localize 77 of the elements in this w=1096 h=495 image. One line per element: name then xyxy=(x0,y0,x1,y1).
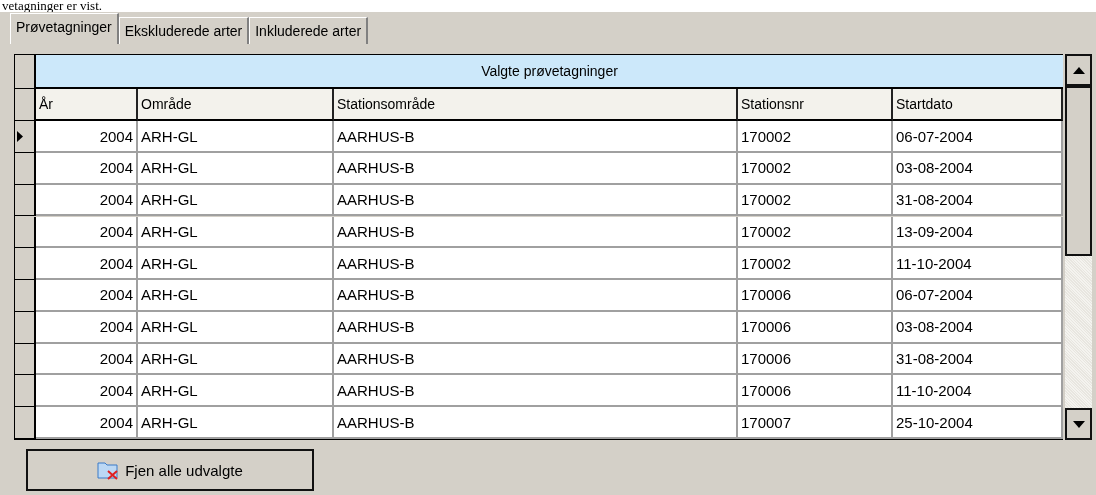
table-cell: 31-08-2004 xyxy=(893,184,1063,217)
table-cell: 03-08-2004 xyxy=(893,153,1063,185)
table-cell: AARHUS-B xyxy=(334,248,738,280)
table-cell: 2004 xyxy=(36,248,138,280)
row-selector[interactable] xyxy=(15,248,36,280)
scroll-down-icon xyxy=(1072,420,1085,428)
scroll-up-icon xyxy=(1072,66,1085,74)
table-cell: 170002 xyxy=(738,216,893,249)
table-cell: 11-10-2004 xyxy=(893,248,1063,280)
table-cell: ARH-GL xyxy=(138,153,334,185)
table-cell: AARHUS-B xyxy=(334,153,738,185)
table-cell: AARHUS-B xyxy=(334,121,738,153)
table-cell: AARHUS-B xyxy=(334,343,738,376)
row-selector[interactable] xyxy=(15,153,36,185)
row-selector[interactable] xyxy=(15,375,36,408)
table-cell: AARHUS-B xyxy=(334,184,738,217)
table-cell: ARH-GL xyxy=(138,311,334,344)
table-cell: 2004 xyxy=(36,343,138,376)
row-selector[interactable] xyxy=(15,407,36,439)
table-cell: 170006 xyxy=(738,375,893,408)
row-selector[interactable] xyxy=(15,343,36,376)
row-selector[interactable] xyxy=(15,280,36,312)
table-cell: ARH-GL xyxy=(138,184,334,217)
table-cell: 06-07-2004 xyxy=(893,280,1063,312)
column-header[interactable]: Stationsnr xyxy=(738,89,893,122)
table-cell: 31-08-2004 xyxy=(893,343,1063,376)
table-cell: 170006 xyxy=(738,343,893,376)
table-cell: 25-10-2004 xyxy=(893,407,1063,439)
table-cell: ARH-GL xyxy=(138,280,334,312)
table-cell: AARHUS-B xyxy=(334,311,738,344)
table-cell: 170006 xyxy=(738,311,893,344)
tab[interactable]: Prøvetagninger xyxy=(10,13,119,44)
table-cell: 2004 xyxy=(36,216,138,249)
table-title: Valgte prøvetagninger xyxy=(36,55,1063,89)
table-cell: 170002 xyxy=(738,121,893,153)
table-cell: ARH-GL xyxy=(138,248,334,280)
table-cell: AARHUS-B xyxy=(334,407,738,439)
table-cell: ARH-GL xyxy=(138,121,334,153)
scroll-down-button[interactable] xyxy=(1065,408,1092,440)
table-cell: 2004 xyxy=(36,311,138,344)
table-cell: AARHUS-B xyxy=(334,375,738,408)
table-cell: 170002 xyxy=(738,153,893,185)
scrollbar-thumb[interactable] xyxy=(1065,86,1092,256)
table-cell: 13-09-2004 xyxy=(893,216,1063,249)
table-cell: 2004 xyxy=(36,407,138,439)
table-cell: AARHUS-B xyxy=(334,216,738,249)
column-header[interactable]: Område xyxy=(138,89,334,122)
remove-all-button[interactable]: Fjen alle udvalgte xyxy=(26,449,314,491)
folder-delete-icon xyxy=(97,460,120,480)
table-cell: ARH-GL xyxy=(138,375,334,408)
table-cell: 2004 xyxy=(36,375,138,408)
column-header[interactable]: Startdato xyxy=(893,89,1063,122)
table-cell: 170006 xyxy=(738,280,893,312)
row-selector[interactable] xyxy=(15,216,36,249)
tab[interactable]: Ekskluderede arter xyxy=(118,17,250,44)
tab[interactable]: Inkluderede arter xyxy=(249,17,369,44)
scroll-up-button[interactable] xyxy=(1065,54,1092,86)
table-cell: 06-07-2004 xyxy=(893,121,1063,153)
column-header[interactable]: Stationsområde xyxy=(334,89,738,122)
table-cell: 03-08-2004 xyxy=(893,311,1063,344)
table-cell: 2004 xyxy=(36,153,138,185)
row-selector[interactable] xyxy=(15,184,36,217)
table-cell: 170002 xyxy=(738,248,893,280)
table-cell: 170007 xyxy=(738,407,893,439)
row-selector[interactable] xyxy=(15,311,36,344)
caption-text: vetagninger er vist. xyxy=(1,0,103,12)
table-cell: 2004 xyxy=(36,121,138,153)
column-header[interactable]: År xyxy=(36,89,138,122)
table-cell: 170002 xyxy=(738,184,893,217)
table-cell: ARH-GL xyxy=(138,343,334,376)
table-cell: ARH-GL xyxy=(138,216,334,249)
table-cell: 2004 xyxy=(36,280,138,312)
row-selector[interactable] xyxy=(15,121,36,153)
table-cell: 11-10-2004 xyxy=(893,375,1063,408)
table-cell: AARHUS-B xyxy=(334,280,738,312)
table-cell: ARH-GL xyxy=(138,407,334,439)
table-cell: 2004 xyxy=(36,184,138,217)
